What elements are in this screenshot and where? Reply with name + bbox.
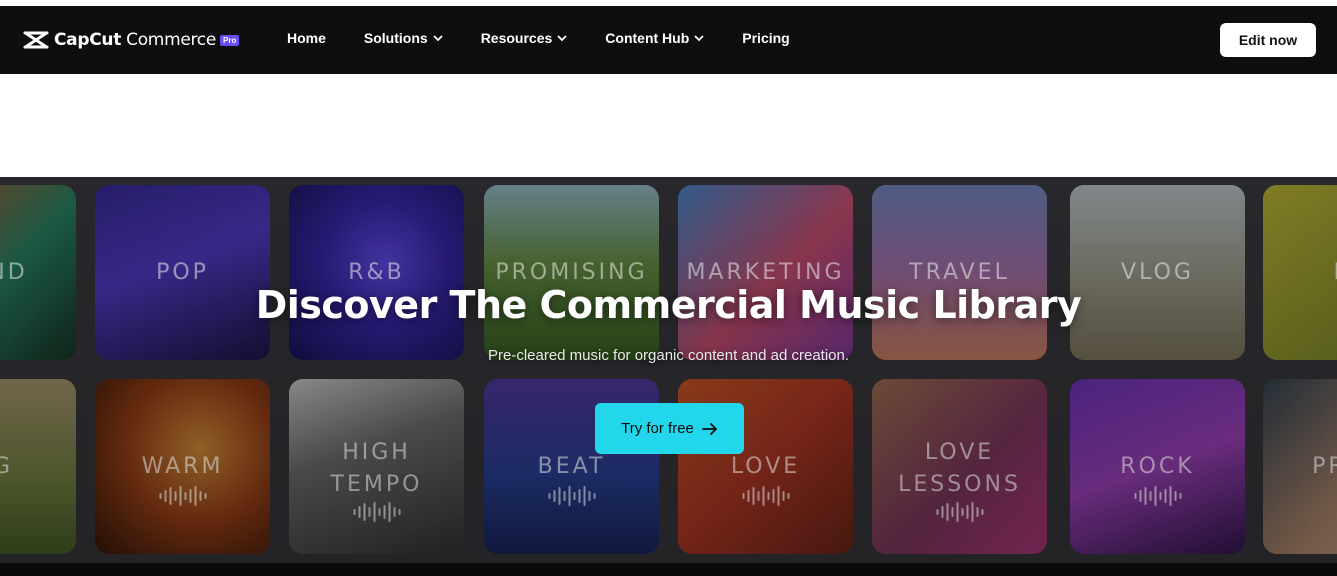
music-tile-warm[interactable]: WARM: [95, 379, 270, 554]
nav-item-solutions[interactable]: Solutions: [364, 30, 443, 46]
tile-label: PROM: [1312, 454, 1337, 479]
music-tile-pop[interactable]: POP: [95, 185, 270, 360]
tile-label: POP: [156, 260, 209, 285]
chevron-down-icon: [694, 35, 704, 42]
brand-name: CapCut Commerce: [54, 30, 216, 50]
nav-item-label: Resources: [480, 30, 553, 46]
music-tile-vlog[interactable]: VLOG: [1070, 185, 1245, 360]
chevron-down-icon: [557, 35, 567, 42]
tile-label: BEAT: [537, 454, 606, 479]
music-tile-ing[interactable]: ING: [0, 379, 76, 554]
music-tile-travel[interactable]: TRAVEL: [872, 185, 1047, 360]
music-tile-promising[interactable]: PROMISING: [484, 185, 659, 360]
tile-label: MARKETING: [686, 260, 845, 285]
tile-label: ING: [0, 454, 13, 479]
hero-subtitle: Pre-cleared music for organic content an…: [487, 347, 850, 364]
music-tile-fr[interactable]: FR: [1263, 185, 1337, 360]
nav-item-label: Home: [287, 30, 326, 46]
nav-item-pricing[interactable]: Pricing: [742, 30, 789, 46]
tile-label: WARM: [141, 454, 224, 479]
pro-badge: Pro: [220, 34, 240, 46]
music-tile-marketing[interactable]: MARKETING: [678, 185, 853, 360]
nav-item-label: Content Hub: [605, 30, 690, 46]
tile-label: ROCK: [1120, 454, 1195, 479]
edit-now-button[interactable]: Edit now: [1220, 23, 1316, 57]
tile-label: FR: [1263, 260, 1337, 285]
hero-section: MEND POP R&B PROMISING MARKETING TRAVEL …: [0, 177, 1337, 563]
arrow-right-icon: [701, 422, 717, 435]
brand-name-bold: CapCut: [54, 30, 122, 50]
tile-label: PROMISING: [495, 260, 648, 285]
nav-item-home[interactable]: Home: [287, 30, 326, 46]
main-nav: Home Solutions Resources Content Hub Pri…: [287, 30, 828, 46]
waveform-icon: [548, 485, 595, 507]
waveform-icon: [159, 485, 206, 507]
waveform-icon: [936, 501, 983, 523]
tile-label: LOVE: [730, 454, 801, 479]
waveform-icon: [353, 501, 400, 523]
top-navbar: CapCut Commerce Pro Home Solutions Resou…: [0, 6, 1337, 74]
capcut-logo-icon: [23, 31, 49, 49]
tile-label: R&B: [348, 260, 405, 285]
music-tile-love-lessons[interactable]: LOVE LESSONS: [872, 379, 1047, 554]
brand-logo[interactable]: CapCut Commerce Pro: [23, 30, 240, 50]
tile-label: LOVE LESSONS: [898, 440, 1021, 497]
tile-label: VLOG: [1121, 260, 1194, 285]
cta-label: Try for free: [621, 420, 694, 437]
tile-label: MEND: [0, 260, 28, 285]
try-for-free-button[interactable]: Try for free: [595, 403, 744, 454]
bottom-bar: [0, 563, 1337, 576]
nav-item-content-hub[interactable]: Content Hub: [605, 30, 704, 46]
nav-item-label: Solutions: [363, 30, 428, 46]
hero-title: Discover The Commercial Music Library: [255, 283, 1082, 327]
nav-item-label: Pricing: [742, 30, 790, 46]
music-tile-mend[interactable]: MEND: [0, 185, 76, 360]
music-tile-rnb[interactable]: R&B: [289, 185, 464, 360]
waveform-icon: [742, 485, 789, 507]
tile-label: HIGH TEMPO: [330, 440, 423, 497]
brand-name-light: Commerce: [126, 30, 217, 50]
music-tile-rock[interactable]: ROCK: [1070, 379, 1245, 554]
tile-label: TRAVEL: [909, 260, 1010, 285]
chevron-down-icon: [433, 35, 443, 42]
music-tile-prom[interactable]: PROM: [1263, 379, 1337, 554]
waveform-icon: [1134, 485, 1181, 507]
nav-item-resources[interactable]: Resources: [481, 30, 568, 46]
music-tile-high-tempo[interactable]: HIGH TEMPO: [289, 379, 464, 554]
